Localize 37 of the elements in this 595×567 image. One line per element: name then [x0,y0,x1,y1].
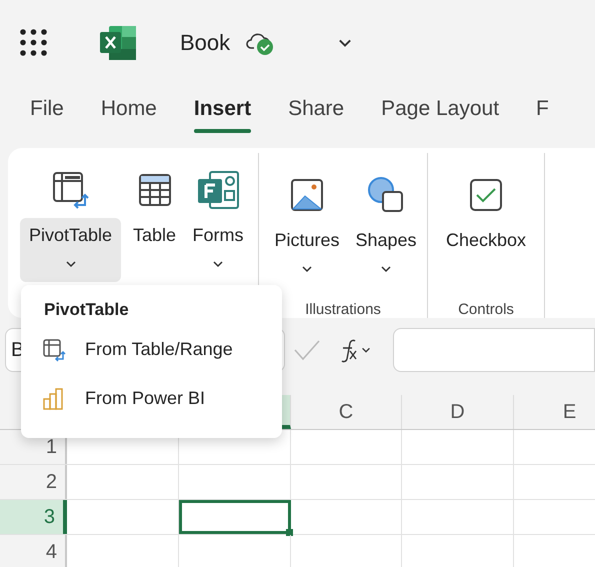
row-header[interactable]: 3 [0,500,67,534]
ribbon-dropdown-button[interactable]: Pictures [269,223,345,287]
picture-icon [289,177,325,213]
selected-cell[interactable] [179,500,291,534]
document-title: Book [180,29,230,57]
ribbon-dropdown-button[interactable]: Checkbox [438,223,534,287]
row-header[interactable]: 4 [0,535,67,567]
ribbon-tab[interactable]: F [536,85,549,133]
table-icon [136,172,172,208]
pivot-table-icon [42,338,66,362]
formula-input[interactable] [393,328,595,372]
ribbon-tab[interactable]: Insert [194,85,252,133]
menu-item[interactable]: From Table/Range [21,325,282,374]
app-launcher-icon[interactable] [20,29,47,56]
group-label: Illustrations [304,300,382,318]
spreadsheet-app-logo-icon [100,26,136,60]
column-header[interactable]: C [291,395,402,429]
checkmark-icon[interactable] [292,338,322,362]
ribbon-dropdown-button[interactable]: Table [131,218,178,282]
column-header[interactable]: D [402,395,514,429]
row-header[interactable]: 2 [0,465,67,499]
shapes-icon [367,176,405,214]
menu-title: PivotTable [43,299,130,321]
ribbon-tab[interactable]: Page Layout [381,85,500,133]
ribbon-tab[interactable]: Share [288,85,344,133]
ribbon-dropdown-button[interactable]: Forms [188,218,248,282]
ribbon-tab[interactable]: File [30,85,64,133]
ribbon-tab[interactable]: Home [100,85,157,133]
ribbon-dropdown-button[interactable]: Shapes [355,223,417,287]
menu-item[interactable]: From Power BI [21,374,282,423]
pivot-table-icon [50,170,90,210]
ribbon-dropdown-button[interactable]: PivotTable [20,218,121,282]
bar-chart-icon [42,386,66,410]
group-label: Controls [457,300,515,318]
column-header[interactable]: E [514,395,595,429]
checkbox-icon [468,177,504,213]
forms-icon [196,170,240,210]
